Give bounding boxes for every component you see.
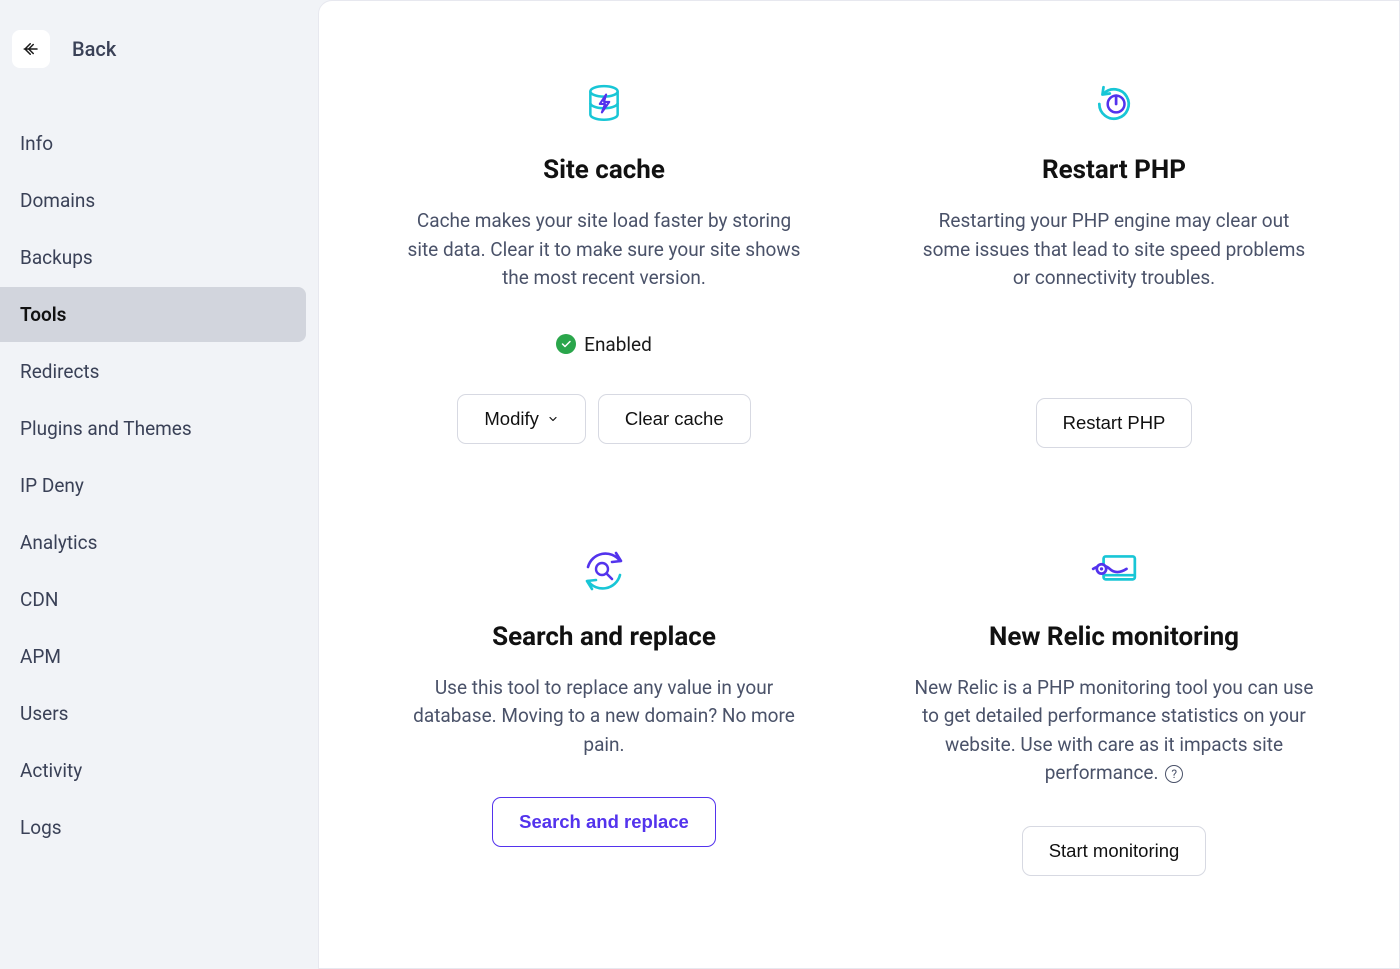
sidebar-item-redirects[interactable]: Redirects (0, 344, 306, 399)
sidebar-item-backups[interactable]: Backups (0, 230, 306, 285)
card-description-text: New Relic is a PHP monitoring tool you c… (915, 676, 1314, 785)
sidebar-item-label: Logs (20, 816, 62, 839)
nav-list: Info Domains Backups Tools Redirects Plu… (0, 116, 306, 855)
sidebar-item-label: Users (20, 702, 68, 725)
main-content: Site cache Cache makes your site load fa… (318, 0, 1400, 969)
sidebar-item-label: Backups (20, 246, 93, 269)
restart-php-actions: Restart PHP (1036, 398, 1193, 448)
restart-php-button[interactable]: Restart PHP (1036, 398, 1193, 448)
clear-cache-button[interactable]: Clear cache (598, 394, 751, 444)
check-circle-icon (556, 334, 576, 354)
sidebar-item-users[interactable]: Users (0, 686, 306, 741)
new-relic-actions: Start monitoring (1022, 826, 1207, 876)
button-label: Restart PHP (1063, 412, 1166, 434)
button-label: Clear cache (625, 408, 724, 430)
card-search-replace: Search and replace Use this tool to repl… (379, 548, 829, 876)
sidebar-item-tools[interactable]: Tools (0, 287, 306, 342)
cache-status: Enabled (556, 333, 652, 356)
card-description: Use this tool to replace any value in yo… (404, 674, 804, 760)
arrow-left-icon (22, 40, 40, 58)
back-button[interactable] (12, 30, 50, 68)
sidebar-item-ip-deny[interactable]: IP Deny (0, 458, 306, 513)
sidebar-item-label: Plugins and Themes (20, 417, 192, 440)
sidebar-item-domains[interactable]: Domains (0, 173, 306, 228)
start-monitoring-button[interactable]: Start monitoring (1022, 826, 1207, 876)
card-description: Restarting your PHP engine may clear out… (914, 207, 1314, 293)
search-replace-button[interactable]: Search and replace (492, 797, 716, 847)
search-replace-actions: Search and replace (492, 797, 716, 847)
sidebar-item-label: Tools (20, 303, 66, 326)
sidebar-item-label: CDN (20, 588, 58, 611)
sidebar-item-label: Info (20, 132, 53, 155)
sidebar-item-label: Activity (20, 759, 82, 782)
button-label: Search and replace (519, 811, 689, 833)
restart-icon (1089, 81, 1139, 127)
button-label: Modify (484, 408, 539, 430)
sidebar: Back Info Domains Backups Tools Redirect… (0, 0, 318, 969)
sidebar-item-label: APM (20, 645, 61, 668)
cache-status-label: Enabled (584, 333, 652, 356)
chevron-down-icon (547, 413, 559, 425)
search-replace-icon (579, 548, 629, 594)
sidebar-item-apm[interactable]: APM (0, 629, 306, 684)
database-cache-icon (579, 81, 629, 127)
sidebar-item-label: Redirects (20, 360, 99, 383)
card-title: Site cache (543, 155, 665, 185)
card-title: Search and replace (492, 622, 716, 652)
monitoring-icon (1089, 548, 1139, 594)
sidebar-item-label: Domains (20, 189, 95, 212)
back-row: Back (0, 30, 306, 68)
sidebar-item-info[interactable]: Info (0, 116, 306, 171)
modify-cache-button[interactable]: Modify (457, 394, 586, 444)
sidebar-item-label: Analytics (20, 531, 97, 554)
card-restart-php: Restart PHP Restarting your PHP engine m… (889, 81, 1339, 448)
site-cache-actions: Modify Clear cache (457, 394, 750, 444)
help-icon[interactable]: ? (1165, 765, 1183, 783)
tools-grid: Site cache Cache makes your site load fa… (379, 81, 1339, 876)
card-description: New Relic is a PHP monitoring tool you c… (914, 674, 1314, 788)
sidebar-item-label: IP Deny (20, 474, 84, 497)
sidebar-item-cdn[interactable]: CDN (0, 572, 306, 627)
card-site-cache: Site cache Cache makes your site load fa… (379, 81, 829, 448)
sidebar-item-activity[interactable]: Activity (0, 743, 306, 798)
sidebar-item-plugins-themes[interactable]: Plugins and Themes (0, 401, 306, 456)
card-title: Restart PHP (1042, 155, 1186, 185)
button-label: Start monitoring (1049, 840, 1180, 862)
sidebar-item-logs[interactable]: Logs (0, 800, 306, 855)
back-label: Back (72, 37, 116, 61)
card-title: New Relic monitoring (989, 622, 1239, 652)
card-description: Cache makes your site load faster by sto… (404, 207, 804, 293)
card-new-relic: New Relic monitoring New Relic is a PHP … (889, 548, 1339, 876)
sidebar-item-analytics[interactable]: Analytics (0, 515, 306, 570)
